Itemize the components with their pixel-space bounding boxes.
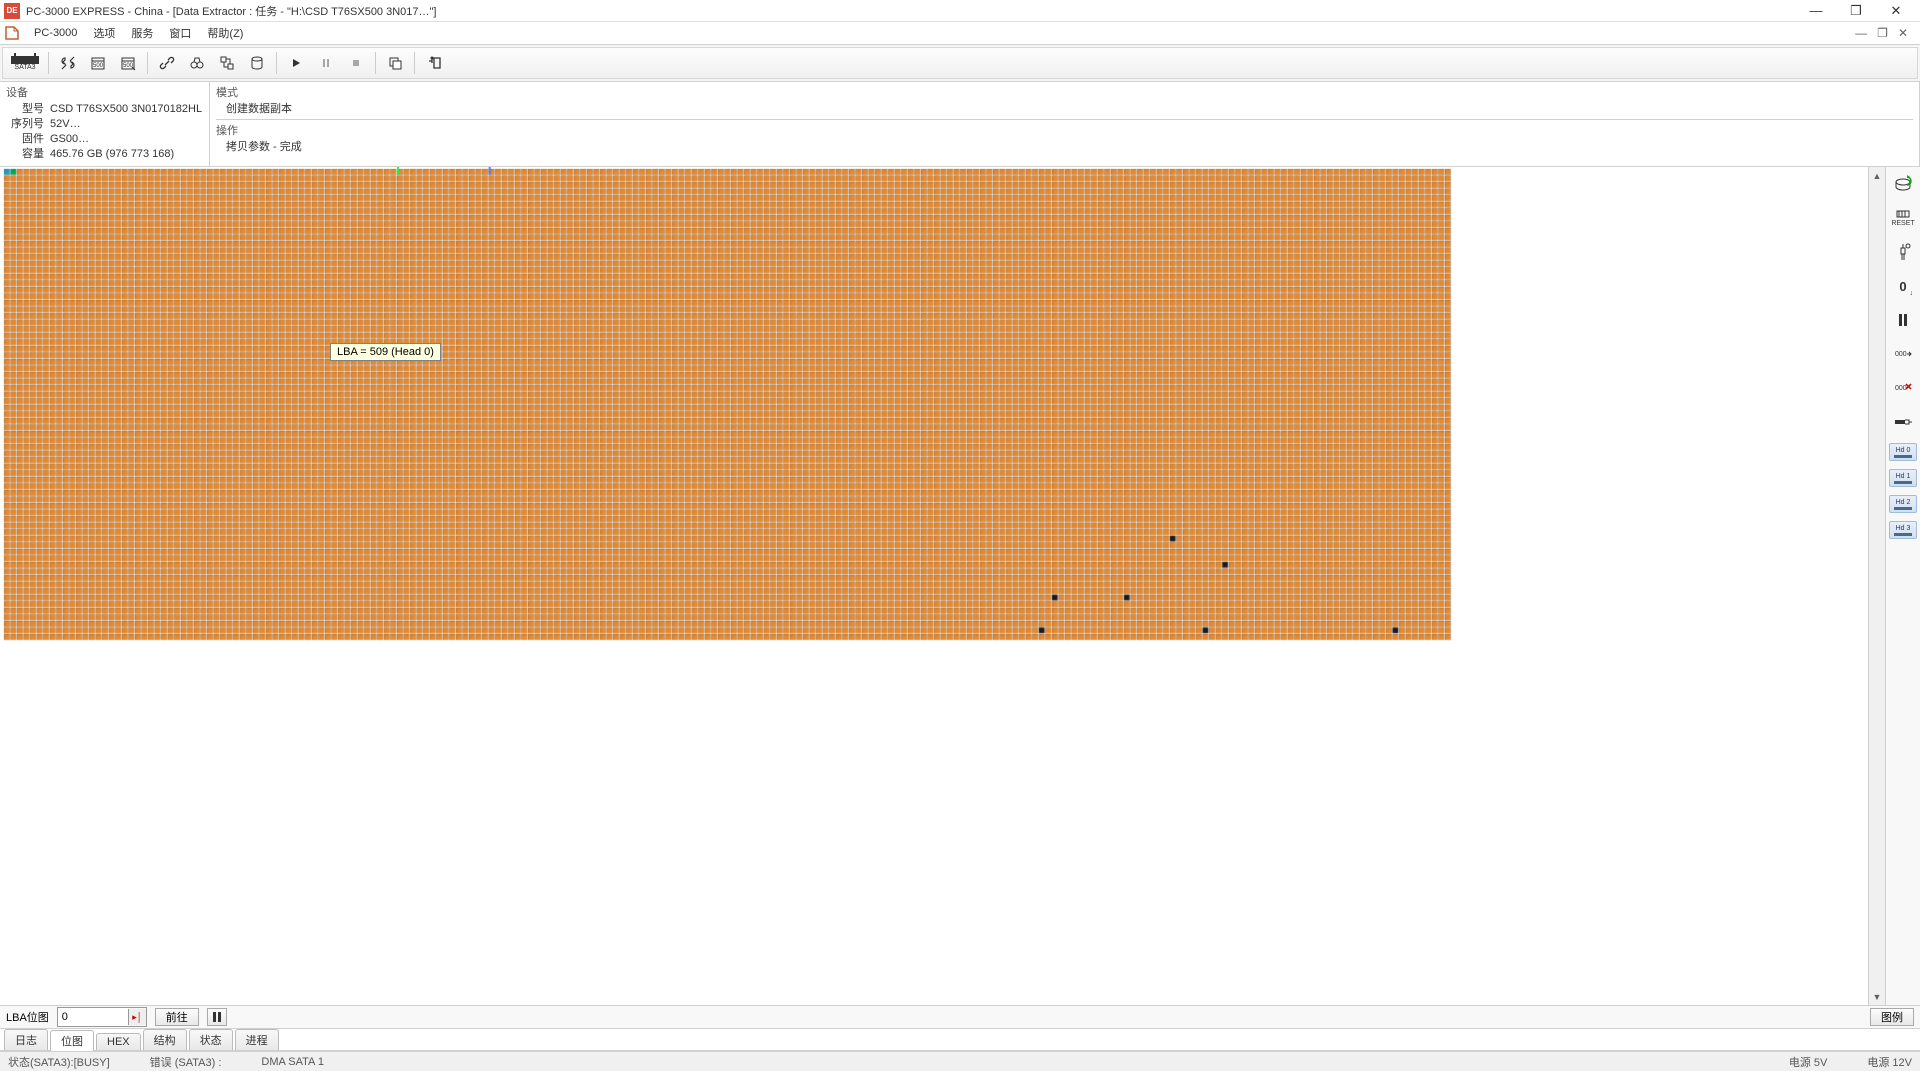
data-out-button[interactable]: 000: [1890, 341, 1916, 367]
link-button[interactable]: [153, 50, 181, 76]
scroll-up-icon[interactable]: ▲: [1869, 167, 1885, 184]
tab-log[interactable]: 日志: [4, 1029, 48, 1050]
close-button[interactable]: ✕: [1876, 1, 1916, 21]
window-controls: — ❐ ✕: [1796, 1, 1916, 21]
titlebar: DE PC-3000 EXPRESS - China - [Data Extra…: [0, 0, 1920, 22]
goto-lba-icon[interactable]: ▸│: [128, 1009, 146, 1025]
connector2-button[interactable]: [1890, 409, 1916, 435]
serial-value: 52V…: [50, 117, 81, 132]
firmware-label: 固件: [6, 132, 50, 147]
minimize-button[interactable]: —: [1796, 1, 1836, 21]
lba-bitmap-label: LBA位图: [6, 1009, 49, 1025]
tools-button[interactable]: [54, 50, 82, 76]
status-power5v: 电源 5V: [1789, 1054, 1828, 1070]
menubar: PC-3000 选项 服务 窗口 帮助(Z) — ❐ ✕: [0, 22, 1920, 44]
copy-button[interactable]: [381, 50, 409, 76]
model-value: CSD T76SX500 3N0170182HL: [50, 102, 202, 117]
calendar-button[interactable]: 500: [84, 50, 112, 76]
legend-button[interactable]: 图例: [1870, 1008, 1914, 1026]
menu-services[interactable]: 服务: [123, 23, 161, 43]
app-icon: DE: [4, 3, 20, 19]
serial-label: 序列号: [6, 117, 50, 132]
main-area: LBA = 509 (Head 0) ▲ ▼ RESET 0↓ 000 000 …: [0, 167, 1920, 1005]
menu-options[interactable]: 选项: [85, 23, 123, 43]
mode-panel: 模式 创建数据副本 操作 拷贝参数 - 完成: [210, 82, 1920, 166]
pause-button[interactable]: [312, 50, 340, 76]
mode-value: 创建数据副本: [216, 102, 292, 117]
bottom-controls: LBA位图 ▸│ 前往 图例: [0, 1005, 1920, 1029]
info-row: 设备 型号CSD T76SX500 3N0170182HL 序列号52V… 固件…: [0, 82, 1920, 167]
head1-button[interactable]: Hd 1: [1889, 469, 1917, 487]
database-button[interactable]: [243, 50, 271, 76]
svg-text:000: 000: [1895, 385, 1907, 392]
svg-text:500: 500: [93, 63, 104, 69]
play-button[interactable]: [282, 50, 310, 76]
bottom-tabs: 日志 位图 HEX 结构 状态 进程: [0, 1029, 1920, 1051]
right-sidebar: RESET 0↓ 000 000 Hd 0 Hd 1 Hd 2 Hd 3: [1886, 167, 1920, 1005]
model-label: 型号: [6, 102, 50, 117]
tab-process[interactable]: 进程: [235, 1029, 279, 1050]
menu-window[interactable]: 窗口: [161, 23, 199, 43]
zero-button[interactable]: 0↓: [1890, 273, 1916, 299]
status-power12v: 电源 12V: [1867, 1054, 1912, 1070]
device-panel: 设备 型号CSD T76SX500 3N0170182HL 序列号52V… 固件…: [0, 82, 210, 166]
process-button[interactable]: [213, 50, 241, 76]
mdi-close[interactable]: ✕: [1898, 26, 1908, 40]
tab-bitmap[interactable]: 位图: [50, 1030, 94, 1051]
head2-button[interactable]: Hd 2: [1889, 495, 1917, 513]
clear-data-button[interactable]: 000: [1890, 375, 1916, 401]
svg-text:000: 000: [1895, 351, 1907, 358]
head0-button[interactable]: Hd 0: [1889, 443, 1917, 461]
maximize-button[interactable]: ❐: [1836, 1, 1876, 21]
scroll-down-icon[interactable]: ▼: [1869, 988, 1885, 1005]
firmware-value: GS00…: [50, 132, 89, 147]
menu-pc3000[interactable]: PC-3000: [26, 25, 85, 41]
toolbar: SATA3 500 500: [2, 47, 1918, 79]
tab-structure[interactable]: 结构: [143, 1029, 187, 1050]
binoculars-button[interactable]: [183, 50, 211, 76]
calendar2-button[interactable]: 500: [114, 50, 142, 76]
sata-port-button[interactable]: SATA3: [7, 50, 43, 76]
device-header: 设备: [6, 84, 203, 102]
refresh-disk-button[interactable]: [1890, 171, 1916, 197]
stop-button[interactable]: [342, 50, 370, 76]
sector-map[interactable]: [0, 167, 1452, 1005]
pause2-button[interactable]: [1890, 307, 1916, 333]
status-bar: 状态(SATA3):[BUSY] 错误 (SATA3) : DMA SATA 1…: [0, 1051, 1920, 1071]
sector-map-wrap: LBA = 509 (Head 0): [0, 167, 1869, 1005]
status-sata: 状态(SATA3):[BUSY]: [8, 1054, 110, 1070]
operation-value: 拷贝参数 - 完成: [216, 140, 302, 155]
vertical-scrollbar[interactable]: ▲ ▼: [1869, 167, 1886, 1005]
lba-tooltip: LBA = 509 (Head 0): [330, 343, 441, 361]
window-title: PC-3000 EXPRESS - China - [Data Extracto…: [26, 3, 1796, 19]
tab-status[interactable]: 状态: [189, 1029, 233, 1050]
connector-button[interactable]: [1890, 239, 1916, 265]
scroll-track[interactable]: [1869, 184, 1885, 988]
menu-help[interactable]: 帮助(Z): [199, 23, 251, 43]
reset-button[interactable]: RESET: [1890, 205, 1916, 231]
capacity-value: 465.76 GB (976 773 168): [50, 147, 174, 162]
svg-text:500: 500: [123, 63, 134, 69]
go-button[interactable]: 前往: [155, 1008, 199, 1026]
mode-header: 模式: [216, 84, 1913, 102]
mdi-doc-icon: [4, 25, 20, 41]
head3-button[interactable]: Hd 3: [1889, 521, 1917, 539]
status-dma: DMA SATA 1: [261, 1056, 324, 1068]
capacity-label: 容量: [6, 147, 50, 162]
mdi-minimize[interactable]: —: [1855, 26, 1867, 40]
mdi-controls: — ❐ ✕: [1855, 26, 1916, 40]
status-error: 错误 (SATA3) :: [150, 1054, 222, 1070]
lba-input[interactable]: [58, 1008, 128, 1026]
toolbar-container: SATA3 500 500: [0, 44, 1920, 82]
mdi-restore[interactable]: ❐: [1877, 26, 1888, 40]
tab-hex[interactable]: HEX: [96, 1033, 141, 1050]
operation-header: 操作: [216, 122, 1913, 140]
exit-button[interactable]: [420, 50, 448, 76]
pause-bottom-button[interactable]: [207, 1008, 227, 1026]
